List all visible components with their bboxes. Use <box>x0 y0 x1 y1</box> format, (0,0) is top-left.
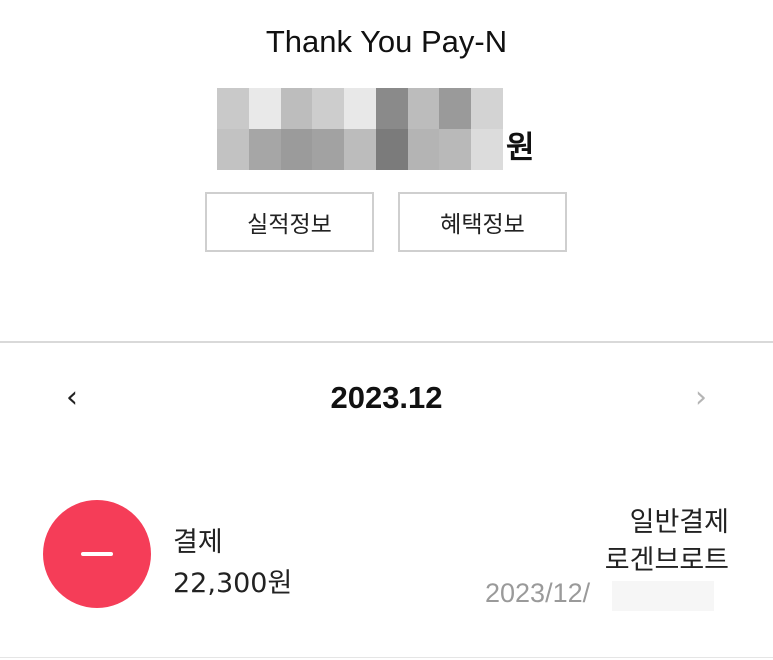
month-navigator: ‹ 2023.12 › <box>0 370 773 428</box>
minus-icon <box>43 500 151 608</box>
payment-method: 일반결제 <box>629 507 729 538</box>
info-buttons: 실적정보 혜택정보 <box>0 192 773 254</box>
transaction-date: 2023/12/ <box>485 578 591 608</box>
current-month: 2023.12 <box>330 380 443 415</box>
transaction-item[interactable]: 결제 22,300원 일반결제 로겐브로트 2023/12/ <box>0 490 773 630</box>
performance-info-button[interactable]: 실적정보 <box>205 192 374 252</box>
benefit-info-button[interactable]: 혜택정보 <box>398 192 567 252</box>
transaction-amount: 22,300원 <box>173 568 293 599</box>
currency-unit: 원 <box>506 130 535 166</box>
section-divider <box>0 341 773 343</box>
list-divider <box>0 657 773 658</box>
card-name: Thank You Pay-N <box>265 24 508 59</box>
redacted-day <box>612 581 714 611</box>
merchant-name: 로겐브로트 <box>604 545 729 576</box>
redacted-amount <box>217 88 503 170</box>
transaction-type: 결제 <box>173 527 223 558</box>
point-balance: 원 <box>0 88 773 170</box>
chevron-right-icon[interactable]: › <box>681 378 721 418</box>
